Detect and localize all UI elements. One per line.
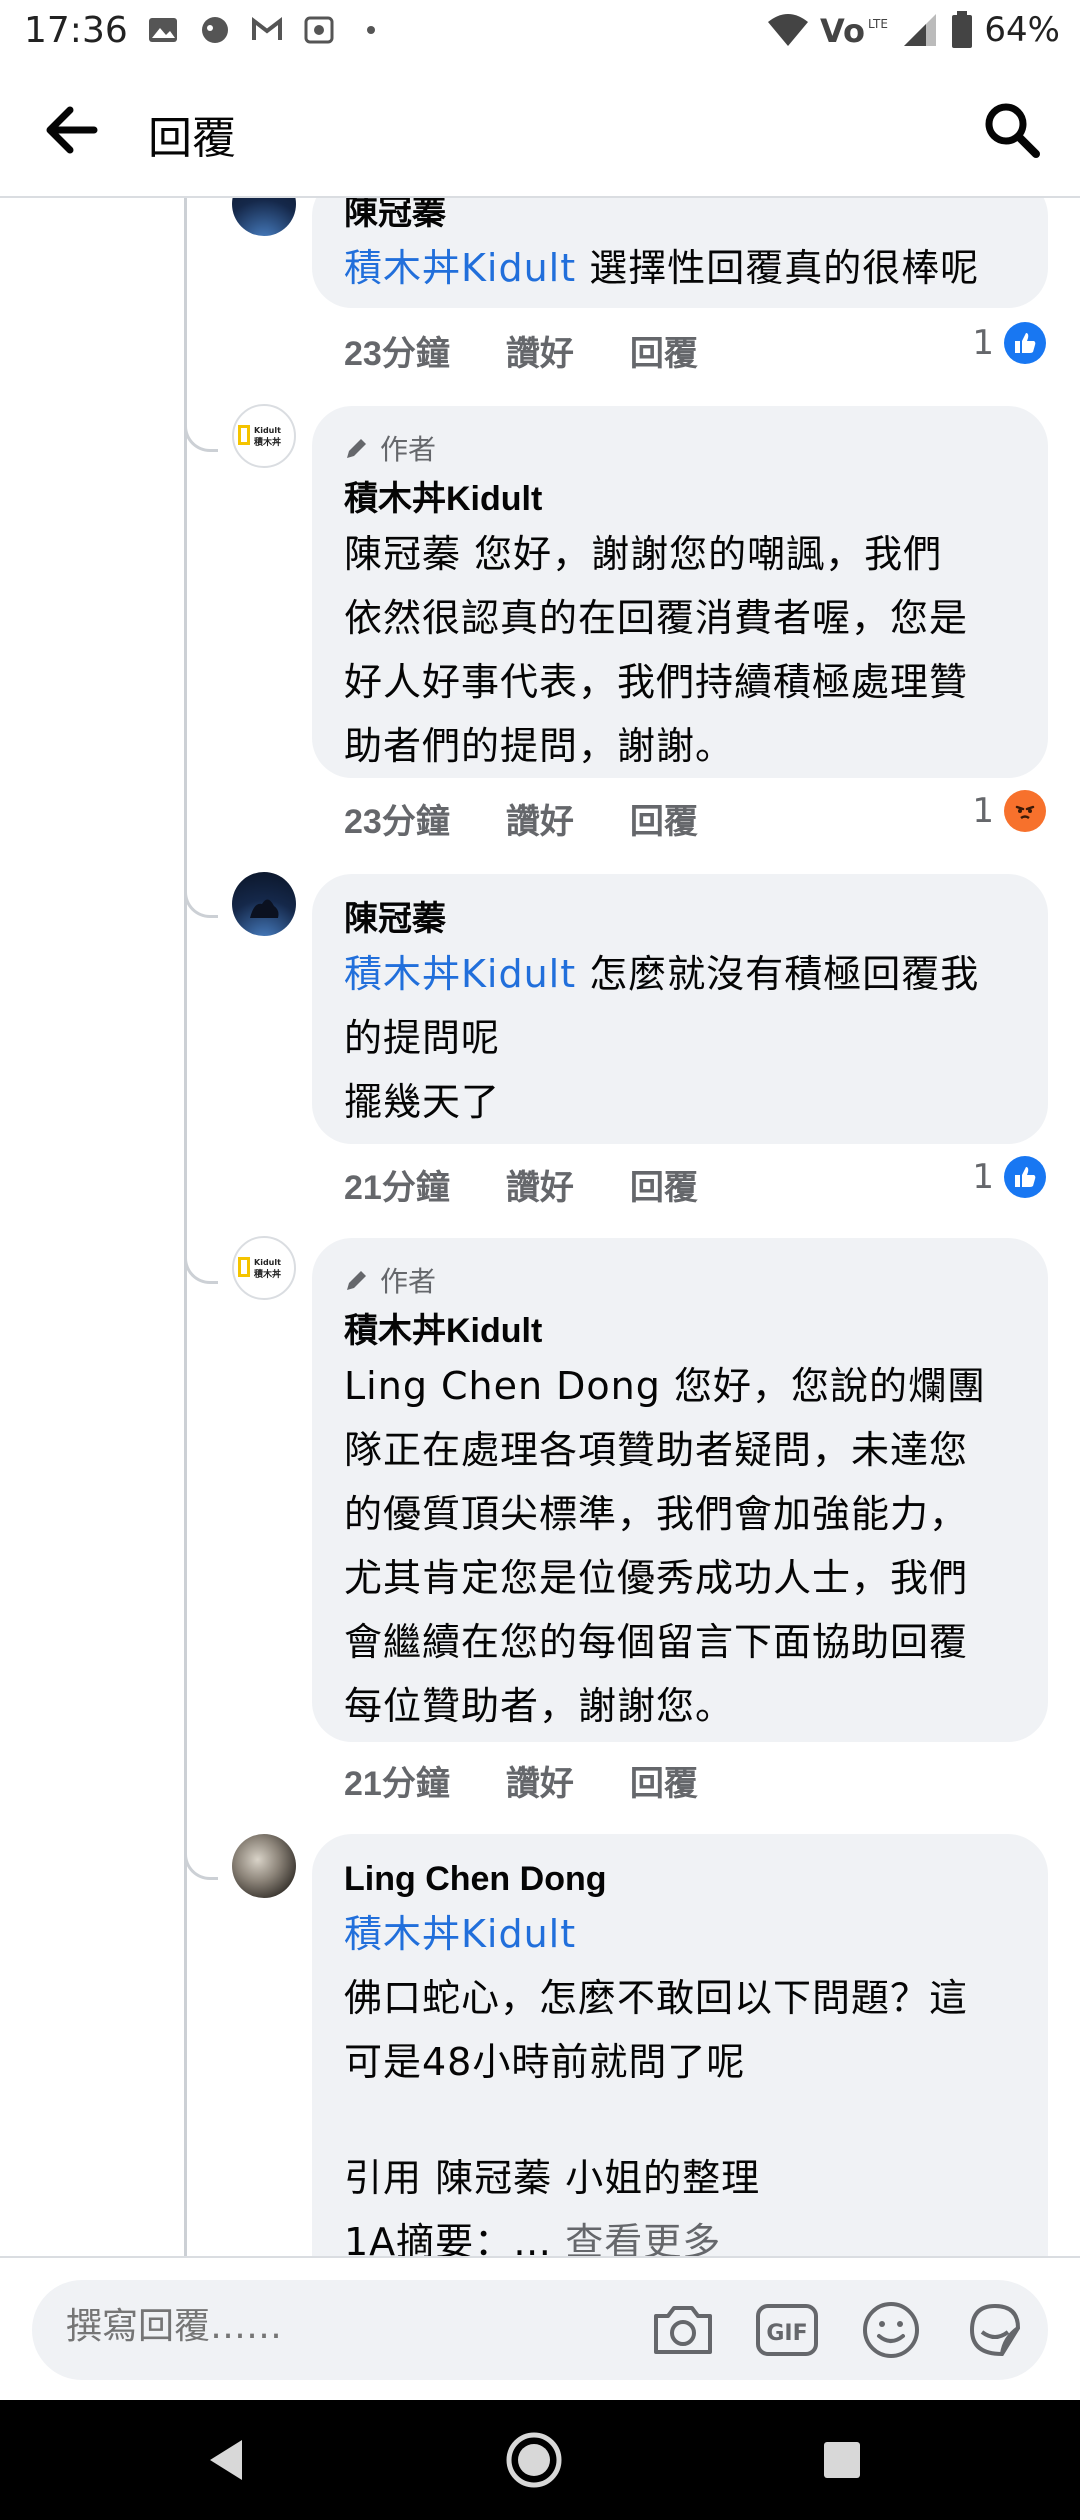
comment-time: 23分鐘	[344, 803, 450, 841]
status-right: Vo LTE 64%	[766, 10, 1060, 50]
svg-text:積木丼: 積木丼	[253, 1268, 281, 1280]
comment-author[interactable]: 陳冠蓁	[344, 198, 1016, 236]
emoji-icon[interactable]	[858, 2298, 924, 2362]
comment-text: 積木丼Kidult 佛口蛇心，怎麼不敢回以下問題？這 可是48小時前就問了呢 引…	[344, 1902, 1016, 2256]
mention-link[interactable]: 積木丼Kidult	[344, 246, 576, 290]
reply-button[interactable]: 回覆	[630, 326, 698, 375]
reaction-count: 1	[972, 791, 994, 831]
reply-connector	[184, 412, 218, 452]
reply-connector	[184, 1244, 218, 1284]
reaction-count: 1	[972, 323, 994, 363]
gallery-icon	[149, 18, 177, 42]
reply-composer[interactable]: GIF	[32, 2280, 1048, 2380]
comment-actions: 21分鐘 讚好 回覆	[344, 1160, 698, 1209]
comment-author[interactable]: Ling Chen Dong	[344, 1856, 1016, 1902]
reaction-summary[interactable]: 1	[972, 322, 1046, 364]
comment-actions: 21分鐘 讚好 回覆	[344, 1756, 698, 1805]
mention-link[interactable]: 積木丼Kidult	[344, 952, 576, 996]
angry-reaction-icon	[1004, 790, 1046, 832]
see-more-link[interactable]: 查看更多	[565, 2220, 721, 2256]
pencil-icon	[347, 439, 366, 458]
reply-button[interactable]: 回覆	[630, 1160, 698, 1209]
author-badge: 作者	[344, 1260, 1016, 1300]
gif-icon[interactable]: GIF	[754, 2298, 820, 2362]
reply-input[interactable]	[66, 2306, 626, 2347]
status-time: 17:36	[24, 10, 128, 51]
author-badge: 作者	[344, 428, 1016, 468]
nav-back-icon[interactable]	[196, 2428, 260, 2492]
search-icon[interactable]	[980, 98, 1044, 162]
wifi-icon	[768, 14, 809, 46]
notification-icons	[146, 14, 388, 46]
app-header: 回覆	[0, 62, 1080, 198]
kidult-logo: Kidult積木丼	[238, 425, 281, 448]
camera-icon[interactable]	[650, 2298, 716, 2362]
reply-connector	[184, 1840, 218, 1880]
page-title: 回覆	[148, 113, 236, 164]
reaction-summary[interactable]: 1	[972, 790, 1046, 832]
svg-text:LTE: LTE	[868, 17, 888, 31]
svg-text:Kidult: Kidult	[254, 426, 281, 435]
like-button[interactable]: 讚好	[506, 1756, 574, 1805]
gmail-icon	[252, 16, 282, 40]
signal-icon	[904, 14, 937, 46]
reply-button[interactable]: 回覆	[630, 1756, 698, 1805]
photo-app-icon	[304, 16, 334, 44]
pencil-icon	[347, 1271, 366, 1290]
avatar[interactable]	[232, 1834, 296, 1898]
nav-recents-icon[interactable]	[810, 2428, 874, 2492]
svg-text:Vo: Vo	[820, 12, 865, 48]
reply-button[interactable]: 回覆	[630, 794, 698, 843]
comment-author[interactable]: 陳冠蓁	[344, 896, 1016, 942]
avatar[interactable]	[232, 872, 296, 936]
battery-icon	[952, 11, 973, 48]
like-button[interactable]: 讚好	[506, 1160, 574, 1209]
reply-composer-area: GIF	[0, 2256, 1080, 2400]
svg-text:積木丼: 積木丼	[253, 436, 281, 448]
avatar[interactable]: Kidult 積木丼	[232, 1236, 296, 1300]
comment-thread[interactable]: 陳冠蓁 積木丼Kidult 選擇性回覆真的很棒呢 23分鐘 讚好 回覆 1 Ki…	[0, 198, 1080, 2256]
reaction-count: 1	[972, 1157, 994, 1197]
svg-text:Kidult: Kidult	[254, 1258, 281, 1267]
avatar[interactable]: Kidult 積木丼	[232, 404, 296, 468]
kidult-logo: Kidult積木丼	[238, 1257, 281, 1280]
composer-icons: GIF	[650, 2298, 1028, 2362]
battery-percent: 64%	[984, 10, 1060, 50]
comment-bubble[interactable]: 陳冠蓁 積木丼Kidult 怎麼就沒有積極回覆我 的提問呢 擺幾天了	[312, 874, 1048, 1144]
comment-author[interactable]: 積木丼Kidult	[344, 476, 1016, 522]
comment-time: 23分鐘	[344, 335, 450, 373]
messenger-bot-icon	[202, 17, 228, 43]
comment-text: 積木丼Kidult 選擇性回覆真的很棒呢	[344, 246, 980, 290]
reaction-summary[interactable]: 1	[972, 1156, 1046, 1198]
dot-icon	[367, 26, 375, 34]
comment-text: 積木丼Kidult 怎麼就沒有積極回覆我 的提問呢 擺幾天了	[344, 952, 980, 1124]
comment-text: 陳冠蓁 您好，謝謝您的嘲諷，我們 依然很認真的在回覆消費者喔，您是 好人好事代表…	[344, 532, 969, 768]
comment-actions: 23分鐘 讚好 回覆	[344, 794, 698, 843]
comment-bubble[interactable]: 作者 積木丼Kidult 陳冠蓁 您好，謝謝您的嘲諷，我們 依然很認真的在回覆消…	[312, 406, 1048, 778]
mention-link[interactable]: 積木丼Kidult	[344, 1902, 1016, 1966]
reply-connector	[184, 878, 218, 918]
system-nav-bar	[0, 2400, 1080, 2520]
status-bar: 17:36 Vo LTE 64%	[0, 0, 1080, 62]
like-reaction-icon	[1004, 322, 1046, 364]
comment-bubble[interactable]: 作者 積木丼Kidult Ling Chen Dong 您好，您說的爛團 隊正在…	[312, 1238, 1048, 1742]
comment-bubble[interactable]: 陳冠蓁 積木丼Kidult 選擇性回覆真的很棒呢	[312, 198, 1048, 308]
comment-time: 21分鐘	[344, 1765, 450, 1803]
nav-home-icon[interactable]	[502, 2428, 566, 2492]
comment-text: Ling Chen Dong 您好，您說的爛團 隊正在處理各項贊助者疑問，未達您…	[344, 1364, 986, 1728]
like-reaction-icon	[1004, 1156, 1046, 1198]
like-button[interactable]: 讚好	[506, 794, 574, 843]
thread-line	[184, 198, 187, 2256]
volte-icon: Vo LTE	[820, 12, 888, 48]
comment-bubble[interactable]: Ling Chen Dong 積木丼Kidult 佛口蛇心，怎麼不敢回以下問題？…	[312, 1834, 1048, 2256]
sticker-icon[interactable]	[962, 2298, 1028, 2362]
comment-time: 21分鐘	[344, 1169, 450, 1207]
comment-actions: 23分鐘 讚好 回覆	[344, 326, 698, 375]
avatar-image	[250, 899, 279, 918]
svg-text:GIF: GIF	[766, 2321, 807, 2346]
like-button[interactable]: 讚好	[506, 326, 574, 375]
back-arrow-icon[interactable]	[40, 104, 100, 156]
avatar[interactable]	[232, 198, 296, 236]
comment-author[interactable]: 積木丼Kidult	[344, 1308, 1016, 1354]
